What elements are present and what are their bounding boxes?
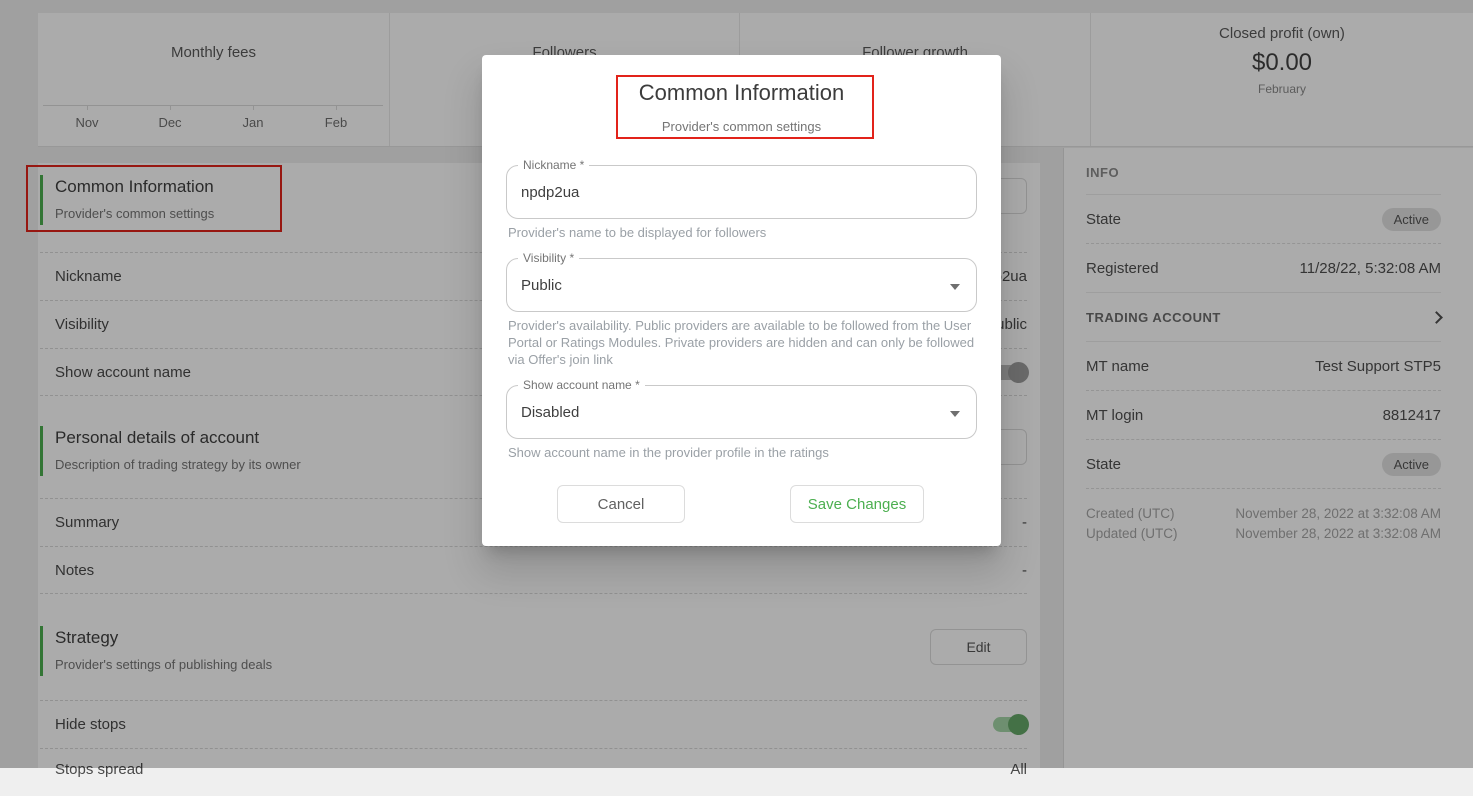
visibility-select[interactable]: Visibility * Public — [506, 258, 977, 312]
nickname-helper-text: Provider's name to be displayed for foll… — [508, 224, 975, 241]
nickname-input-value[interactable]: npdp2ua — [507, 166, 976, 219]
nickname-field[interactable]: Nickname * npdp2ua — [506, 165, 977, 219]
field-label: Visibility * — [518, 251, 579, 265]
chevron-down-icon[interactable] — [950, 284, 960, 290]
show-account-name-select[interactable]: Show account name * Disabled — [506, 385, 977, 439]
save-changes-button[interactable]: Save Changes — [790, 485, 924, 523]
dialog-title: Common Information — [482, 80, 1001, 106]
visibility-select-value: Public — [507, 259, 976, 312]
field-label: Show account name * — [518, 378, 645, 392]
visibility-helper-text: Provider's availability. Public provider… — [508, 317, 975, 368]
field-label: Nickname * — [518, 158, 589, 172]
chevron-down-icon[interactable] — [950, 411, 960, 417]
dialog-subtitle: Provider's common settings — [482, 119, 1001, 134]
common-information-dialog: Common Information Provider's common set… — [482, 55, 1001, 546]
show-account-name-select-value: Disabled — [507, 386, 976, 439]
cancel-button[interactable]: Cancel — [557, 485, 685, 523]
show-account-name-helper-text: Show account name in the provider profil… — [508, 444, 975, 461]
